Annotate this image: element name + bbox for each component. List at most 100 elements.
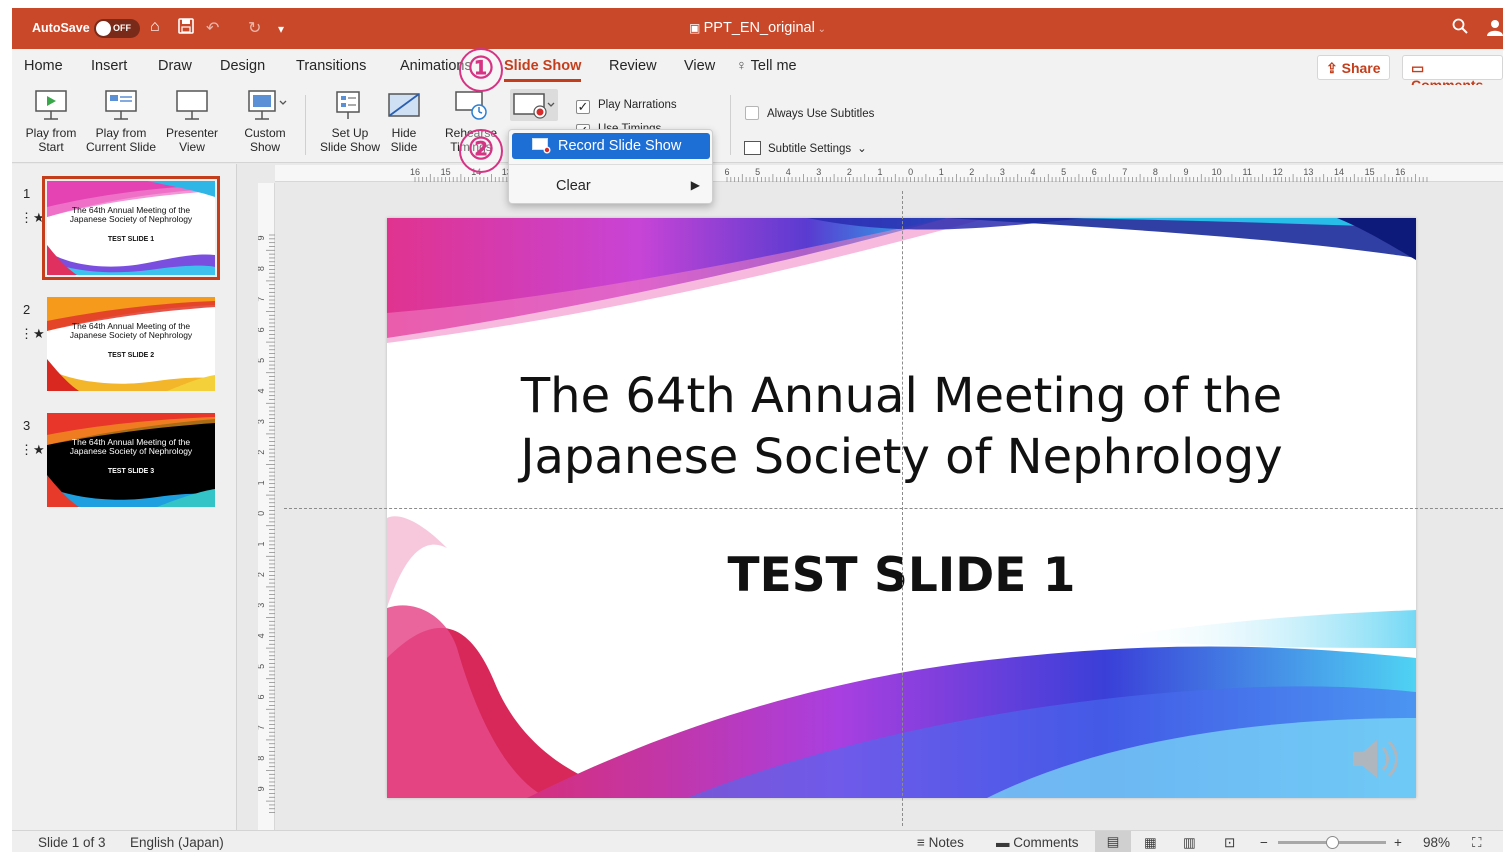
fit-to-window-icon[interactable]: ⛶ xyxy=(1472,835,1481,851)
ruler-label: 2 xyxy=(258,450,266,455)
slide-background-art xyxy=(47,181,215,275)
play-from-current-slide-button[interactable]: Play from Current Slide xyxy=(82,89,160,154)
comments-status-button[interactable]: ▬ Comments xyxy=(996,835,1079,850)
hide-slide-button[interactable]: Hide Slide xyxy=(384,89,424,154)
record-slide-show-menu-item[interactable]: Record Slide Show xyxy=(512,133,710,159)
slide-sorter-button[interactable]: ▦ xyxy=(1144,835,1157,851)
status-bar: Slide 1 of 3 English (Japan) ≡ Notes ▬ C… xyxy=(12,830,1503,852)
notes-button[interactable]: ≡ Notes xyxy=(917,835,964,850)
tab-view[interactable]: View xyxy=(684,58,715,74)
tell-me-search[interactable]: ♀ Tell me xyxy=(736,58,797,74)
tab-slide-show[interactable]: Slide Show xyxy=(504,58,582,82)
vertical-ruler-ticks: 9 8 7 6 5 4 3 2 1 0 1 2 3 4 5 6 7 8 9 xyxy=(256,234,275,813)
ruler-label: 11 xyxy=(1243,167,1252,177)
set-up-slide-show-button[interactable]: Set Up Slide Show xyxy=(315,89,385,154)
ruler-label: 16 xyxy=(1395,167,1405,177)
ruler-label: 2 xyxy=(969,167,974,177)
tab-review[interactable]: Review xyxy=(609,58,657,74)
horizontal-ruler-ticks: 16 15 14 13 6 5 4 3 2 1 0 1 2 3 4 5 6 7 8 9 10 11 12 13 14 15 16 xyxy=(410,167,1428,182)
empty-checkbox-icon xyxy=(745,106,759,120)
ruler-label: 1 xyxy=(877,167,882,177)
zoom-level[interactable]: 98% xyxy=(1423,835,1450,850)
powerpoint-window: AutoSave OFF ⌂ ↶ ↻ ▾ ▣ PPT_EN_original ⌄… xyxy=(12,8,1503,852)
thumbnail-subtitle: TEST SLIDE 3 xyxy=(107,468,155,475)
horizontal-guide[interactable] xyxy=(284,508,1503,509)
document-icon: ▣ xyxy=(688,21,704,35)
ruler-label: 12 xyxy=(1273,167,1283,177)
tab-home[interactable]: Home xyxy=(24,58,63,74)
ruler-label: 5 xyxy=(1061,167,1066,177)
slide-thumbnail-3[interactable]: The 64th Annual Meeting of the Japanese … xyxy=(47,413,215,507)
vertical-ruler: 9 8 7 6 5 4 3 2 1 0 1 2 3 4 5 6 7 8 9 xyxy=(256,183,275,830)
always-use-subtitles-checkbox[interactable]: Always Use Subtitles xyxy=(745,106,874,120)
play-narrations-checkbox[interactable]: ✓ Play Narrations xyxy=(576,99,677,114)
comments-button[interactable]: ▭ Comments xyxy=(1402,55,1503,93)
zoom-in-button[interactable]: + xyxy=(1394,835,1402,850)
comment-icon: ▬ xyxy=(996,835,1014,850)
animation-star-icon: ⋮★ xyxy=(20,210,45,225)
zoom-slider[interactable] xyxy=(1278,836,1386,849)
ruler-label: 3 xyxy=(258,603,266,608)
thumbnail-title: The 64th Annual Meeting of the Japanese … xyxy=(69,205,193,224)
ribbon-separator xyxy=(305,95,306,155)
horizontal-ruler: 16 15 14 13 6 5 4 3 2 1 0 1 2 3 4 5 6 7 8 9 10 11 12 13 14 15 16 xyxy=(275,165,1503,182)
presenter-view-button[interactable]: Presenter View xyxy=(160,89,224,154)
slide-number: 1 xyxy=(23,186,31,201)
slide-number: 2 xyxy=(23,302,31,317)
animation-star-icon: ⋮★ xyxy=(20,326,45,341)
slide-show-view-button[interactable]: ⊡ xyxy=(1224,835,1235,851)
ruler-label: 1 xyxy=(258,541,266,546)
normal-view-button[interactable]: ▤ xyxy=(1095,831,1131,852)
menu-separator xyxy=(509,164,712,165)
ribbon-separator xyxy=(730,95,731,155)
ruler-label: 7 xyxy=(258,297,266,302)
share-button[interactable]: ⇪ Share xyxy=(1317,55,1390,80)
slide-thumbnail-2[interactable]: The 64th Annual Meeting of the Japanese … xyxy=(47,297,215,391)
ruler-label: 5 xyxy=(258,664,266,669)
ruler-label: 6 xyxy=(1092,167,1097,177)
thumbnail-subtitle: TEST SLIDE 2 xyxy=(107,352,155,359)
share-icon: ⇪ xyxy=(1326,60,1342,76)
custom-show-button[interactable]: Custom Show xyxy=(232,89,298,154)
tab-design[interactable]: Design xyxy=(220,58,265,74)
clear-menu-item[interactable]: Clear ▶ xyxy=(512,173,710,199)
ruler-label: 8 xyxy=(1153,167,1158,177)
presentation-icon: ⊡ xyxy=(1224,835,1236,850)
ruler-label: 13 xyxy=(1303,167,1313,177)
ruler-label: 9 xyxy=(258,235,266,240)
zoom-out-button[interactable]: − xyxy=(1260,835,1268,850)
slide-thumbnail-pane: 1 ⋮★ The 64th Annual Meeting of the Japa… xyxy=(12,164,237,830)
audio-speaker-icon[interactable] xyxy=(1349,736,1401,787)
ruler-label: 10 xyxy=(1212,167,1222,177)
comment-icon: ▭ xyxy=(1411,60,1425,76)
hide-slide-icon xyxy=(388,93,420,117)
notes-icon: ≡ xyxy=(917,835,929,850)
record-slide-show-split-button[interactable] xyxy=(507,89,561,127)
ruler-label: 2 xyxy=(847,167,852,177)
subtitle-settings-button[interactable]: Subtitle Settings ⌄ xyxy=(744,141,867,155)
ruler-label: 8 xyxy=(258,756,266,761)
ruler-label: 0 xyxy=(258,511,266,516)
play-from-start-button[interactable]: Play from Start xyxy=(20,89,82,154)
account-icon[interactable] xyxy=(1486,18,1503,41)
animation-star-icon: ⋮★ xyxy=(20,442,45,457)
custom-show-icon xyxy=(248,90,287,120)
ruler-label: 5 xyxy=(258,358,266,363)
tab-insert[interactable]: Insert xyxy=(91,58,127,74)
slide-background-art xyxy=(47,413,215,507)
chevron-down-icon: ⌄ xyxy=(857,143,867,155)
reading-view-button[interactable]: ▥ xyxy=(1183,835,1196,851)
ruler-label: 8 xyxy=(258,266,266,271)
zoom-slider-thumb[interactable] xyxy=(1326,836,1339,849)
thumbnail-subtitle: TEST SLIDE 1 xyxy=(107,236,155,243)
tab-draw[interactable]: Draw xyxy=(158,58,192,74)
ruler-label: 3 xyxy=(258,419,266,424)
ruler-label: 9 xyxy=(258,786,266,791)
slide-thumbnail-1[interactable]: The 64th Annual Meeting of the Japanese … xyxy=(42,176,220,280)
ruler-label: 16 xyxy=(410,167,420,177)
tab-transitions[interactable]: Transitions xyxy=(296,58,366,74)
language-indicator[interactable]: English (Japan) xyxy=(130,835,224,850)
slide-sorter-icon: ▦ xyxy=(1144,835,1157,850)
search-icon[interactable] xyxy=(1452,18,1468,39)
ruler-label: 6 xyxy=(258,694,266,699)
